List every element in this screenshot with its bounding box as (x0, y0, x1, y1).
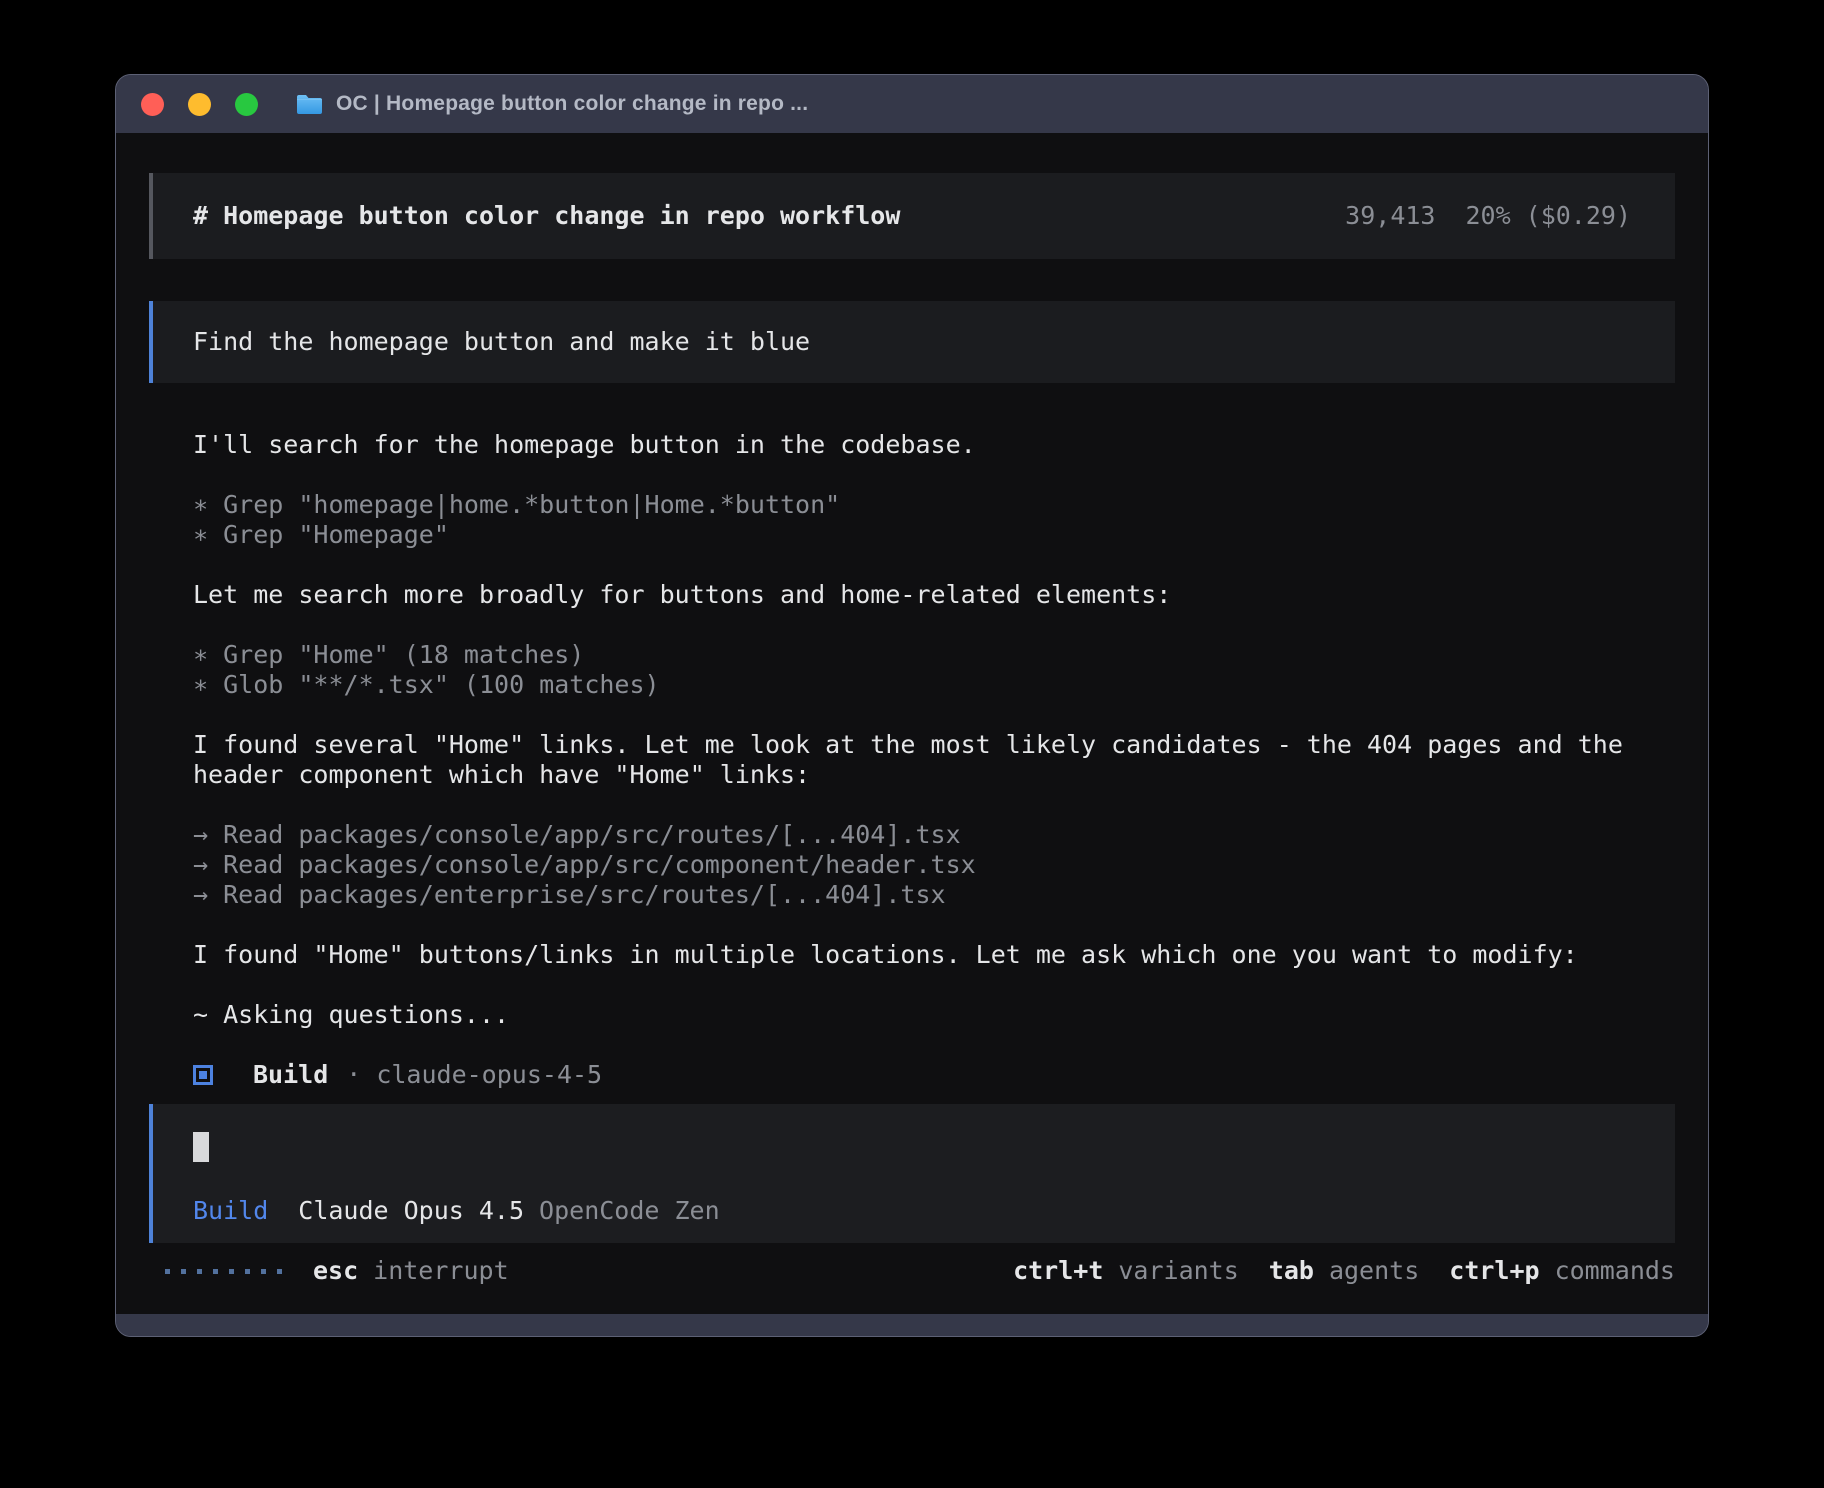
spinner-dots-icon (165, 1269, 282, 1274)
session-stats: 39,413 20% ($0.29) (1345, 201, 1631, 231)
prompt-input[interactable]: Build Claude Opus 4.5 OpenCode Zen (149, 1104, 1675, 1243)
terminal-content: # Homepage button color change in repo w… (116, 133, 1708, 1314)
context-percent: 20% (1465, 201, 1510, 230)
tool-call-read: → Read packages/console/app/src/componen… (193, 850, 1677, 880)
mode-selector[interactable]: Build (193, 1196, 268, 1225)
assistant-paragraph: I'll search for the homepage button in t… (193, 430, 1677, 460)
tool-call-group: → Read packages/console/app/src/routes/[… (193, 820, 1677, 910)
esc-key-label: interrupt (373, 1256, 508, 1286)
conversation: I'll search for the homepage button in t… (193, 430, 1677, 1090)
provider-name: OpenCode Zen (539, 1196, 720, 1225)
minimize-button[interactable] (188, 93, 211, 116)
close-button[interactable] (141, 93, 164, 116)
agent-name: Build (253, 1060, 328, 1090)
assistant-paragraph: I found several "Home" links. Let me loo… (193, 730, 1677, 790)
assistant-status: ~ Asking questions... (193, 1000, 1677, 1030)
tool-call-grep: ∗ Grep "Home" (18 matches) (193, 640, 1677, 670)
window-title: OC | Homepage button color change in rep… (336, 92, 808, 116)
shortcut-agents: tabagents (1269, 1256, 1419, 1286)
token-count: 39,413 (1345, 201, 1435, 230)
agent-separator: · (346, 1060, 361, 1090)
input-footer: Build Claude Opus 4.5 OpenCode Zen (193, 1196, 1635, 1226)
window-bottom-edge (116, 1314, 1708, 1336)
shortcut-variants: ctrl+tvariants (1013, 1256, 1239, 1286)
status-bar: esc interrupt ctrl+tvariants tabagents ct… (149, 1256, 1675, 1286)
tool-call-read: → Read packages/console/app/src/routes/[… (193, 820, 1677, 850)
shortcut-commands: ctrl+pcommands (1449, 1256, 1675, 1286)
tool-call-grep: ∗ Grep "Homepage" (193, 520, 1677, 550)
assistant-paragraph: I found "Home" buttons/links in multiple… (193, 940, 1677, 970)
session-header: # Homepage button color change in repo w… (149, 173, 1675, 259)
tool-call-grep: ∗ Grep "homepage|home.*button|Home.*butt… (193, 490, 1677, 520)
esc-key-hint: esc (313, 1256, 358, 1286)
maximize-button[interactable] (235, 93, 258, 116)
assistant-paragraph: Let me search more broadly for buttons a… (193, 580, 1677, 610)
tool-call-glob: ∗ Glob "**/*.tsx" (100 matches) (193, 670, 1677, 700)
agent-model: claude-opus-4-5 (376, 1060, 602, 1090)
tool-call-read: → Read packages/enterprise/src/routes/[.… (193, 880, 1677, 910)
status-left: esc interrupt (149, 1256, 509, 1286)
tool-call-group: ∗ Grep "homepage|home.*button|Home.*butt… (193, 490, 1677, 550)
user-message-text: Find the homepage button and make it blu… (193, 327, 810, 357)
model-name: Claude Opus 4.5 (298, 1196, 524, 1225)
agent-task-row: Build · claude-opus-4-5 (193, 1060, 1677, 1090)
user-message: Find the homepage button and make it blu… (149, 301, 1675, 383)
terminal-window: OC | Homepage button color change in rep… (115, 74, 1709, 1337)
window-titlebar[interactable]: OC | Homepage button color change in rep… (116, 75, 1708, 133)
tool-call-group: ∗ Grep "Home" (18 matches) ∗ Glob "**/*.… (193, 640, 1677, 700)
agent-build-icon (193, 1065, 213, 1085)
folder-icon (296, 93, 323, 115)
session-title: # Homepage button color change in repo w… (193, 201, 900, 231)
session-cost: ($0.29) (1526, 201, 1631, 230)
text-cursor (193, 1132, 209, 1162)
status-right: ctrl+tvariants tabagents ctrl+pcommands (1013, 1256, 1675, 1286)
